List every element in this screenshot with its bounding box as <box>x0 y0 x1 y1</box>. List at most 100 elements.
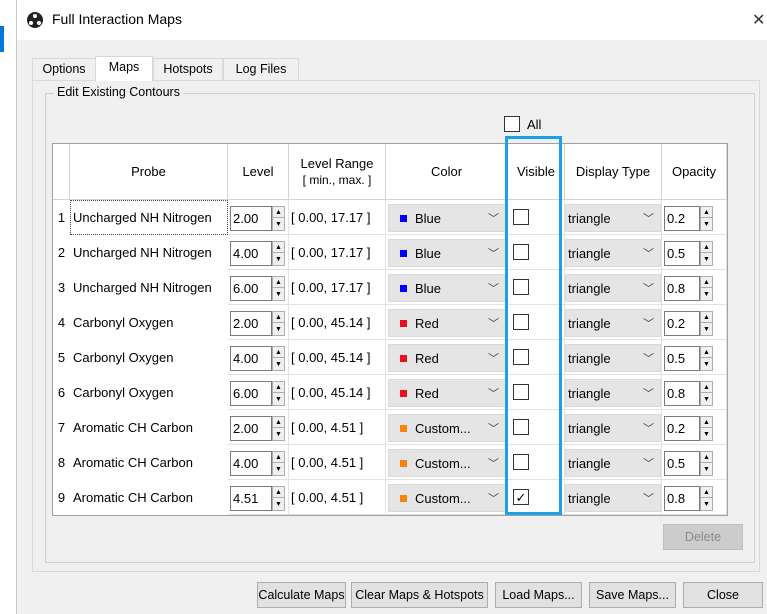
level-input[interactable]: 6.00 <box>230 381 272 406</box>
opacity-spinner[interactable]: ▲ ▼ <box>700 346 713 371</box>
opacity-spinner[interactable]: ▲ ▼ <box>700 416 713 441</box>
visible-checkbox[interactable]: ✓ <box>513 489 529 505</box>
display-type-dropdown[interactable]: triangle ﹀ <box>565 379 661 407</box>
probe-cell[interactable]: Aromatic CH Carbon <box>70 410 228 445</box>
spin-up-icon[interactable]: ▲ <box>273 242 284 253</box>
spin-up-icon[interactable]: ▲ <box>273 452 284 463</box>
level-spinner[interactable]: ▲ ▼ <box>272 486 285 511</box>
probe-cell[interactable]: Uncharged NH Nitrogen <box>70 235 228 270</box>
color-dropdown[interactable]: Custom... ﹀ <box>388 484 506 512</box>
visible-checkbox[interactable] <box>513 314 529 330</box>
level-input[interactable]: 2.00 <box>230 311 272 336</box>
probe-cell[interactable]: Carbonyl Oxygen <box>70 375 228 410</box>
visible-checkbox[interactable] <box>513 454 529 470</box>
probe-cell[interactable]: Carbonyl Oxygen <box>70 340 228 375</box>
opacity-spinner[interactable]: ▲ ▼ <box>700 311 713 336</box>
visible-checkbox[interactable] <box>513 244 529 260</box>
level-spinner[interactable]: ▲ ▼ <box>272 381 285 406</box>
close-button[interactable]: Close <box>683 582 763 608</box>
level-input[interactable]: 4.00 <box>230 241 272 266</box>
display-type-dropdown[interactable]: triangle ﹀ <box>565 239 661 267</box>
level-spinner[interactable]: ▲ ▼ <box>272 416 285 441</box>
spin-down-icon[interactable]: ▼ <box>273 254 284 265</box>
spin-down-icon[interactable]: ▼ <box>273 499 284 510</box>
delete-button[interactable]: Delete <box>663 524 743 550</box>
spin-up-icon[interactable]: ▲ <box>701 312 712 323</box>
visible-checkbox[interactable] <box>513 279 529 295</box>
display-type-dropdown[interactable]: triangle ﹀ <box>565 484 661 512</box>
opacity-input[interactable]: 0.8 <box>664 381 700 406</box>
spin-up-icon[interactable]: ▲ <box>701 242 712 253</box>
level-spinner[interactable]: ▲ ▼ <box>272 276 285 301</box>
opacity-spinner[interactable]: ▲ ▼ <box>700 241 713 266</box>
close-icon[interactable]: ✕ <box>752 10 765 30</box>
probe-cell[interactable]: Uncharged NH Nitrogen <box>70 200 228 235</box>
display-type-dropdown[interactable]: triangle ﹀ <box>565 449 661 477</box>
level-spinner[interactable]: ▲ ▼ <box>272 451 285 476</box>
display-type-dropdown[interactable]: triangle ﹀ <box>565 309 661 337</box>
spin-down-icon[interactable]: ▼ <box>701 359 712 370</box>
color-dropdown[interactable]: Blue ﹀ <box>388 239 506 267</box>
spin-up-icon[interactable]: ▲ <box>273 277 284 288</box>
spin-up-icon[interactable]: ▲ <box>701 382 712 393</box>
spin-down-icon[interactable]: ▼ <box>701 394 712 405</box>
display-type-dropdown[interactable]: triangle ﹀ <box>565 274 661 302</box>
spin-down-icon[interactable]: ▼ <box>701 499 712 510</box>
level-spinner[interactable]: ▲ ▼ <box>272 206 285 231</box>
spin-up-icon[interactable]: ▲ <box>701 417 712 428</box>
level-input[interactable]: 4.51 <box>230 486 272 511</box>
color-dropdown[interactable]: Blue ﹀ <box>388 204 506 232</box>
spin-down-icon[interactable]: ▼ <box>273 394 284 405</box>
tab-options[interactable]: Options <box>32 58 96 80</box>
spin-down-icon[interactable]: ▼ <box>273 464 284 475</box>
spin-up-icon[interactable]: ▲ <box>273 487 284 498</box>
level-input[interactable]: 4.00 <box>230 451 272 476</box>
opacity-spinner[interactable]: ▲ ▼ <box>700 451 713 476</box>
opacity-spinner[interactable]: ▲ ▼ <box>700 486 713 511</box>
spin-down-icon[interactable]: ▼ <box>701 219 712 230</box>
spin-down-icon[interactable]: ▼ <box>273 289 284 300</box>
display-type-dropdown[interactable]: triangle ﹀ <box>565 204 661 232</box>
visible-checkbox[interactable] <box>513 384 529 400</box>
probe-cell[interactable]: Aromatic CH Carbon <box>70 480 228 515</box>
calculate-maps-button[interactable]: Calculate Maps <box>257 582 346 608</box>
probe-cell[interactable]: Aromatic CH Carbon <box>70 445 228 480</box>
opacity-input[interactable]: 0.2 <box>664 206 700 231</box>
level-spinner[interactable]: ▲ ▼ <box>272 311 285 336</box>
spin-down-icon[interactable]: ▼ <box>273 324 284 335</box>
color-dropdown[interactable]: Red ﹀ <box>388 379 506 407</box>
save-maps-button[interactable]: Save Maps... <box>589 582 676 608</box>
display-type-dropdown[interactable]: triangle ﹀ <box>565 344 661 372</box>
opacity-input[interactable]: 0.5 <box>664 241 700 266</box>
visible-checkbox[interactable] <box>513 419 529 435</box>
clear-maps-hotspots-button[interactable]: Clear Maps & Hotspots <box>351 582 488 608</box>
load-maps-button[interactable]: Load Maps... <box>495 582 582 608</box>
opacity-input[interactable]: 0.5 <box>664 346 700 371</box>
visible-checkbox[interactable] <box>513 349 529 365</box>
opacity-spinner[interactable]: ▲ ▼ <box>700 276 713 301</box>
probe-cell[interactable]: Carbonyl Oxygen <box>70 305 228 340</box>
color-dropdown[interactable]: Custom... ﹀ <box>388 414 506 442</box>
color-dropdown[interactable]: Blue ﹀ <box>388 274 506 302</box>
level-input[interactable]: 4.00 <box>230 346 272 371</box>
spin-down-icon[interactable]: ▼ <box>273 429 284 440</box>
level-input[interactable]: 6.00 <box>230 276 272 301</box>
opacity-spinner[interactable]: ▲ ▼ <box>700 381 713 406</box>
visible-checkbox[interactable] <box>513 209 529 225</box>
display-type-dropdown[interactable]: triangle ﹀ <box>565 414 661 442</box>
tab-maps[interactable]: Maps <box>95 56 153 81</box>
spin-down-icon[interactable]: ▼ <box>701 324 712 335</box>
color-dropdown[interactable]: Red ﹀ <box>388 309 506 337</box>
tab-log-files[interactable]: Log Files <box>223 58 299 80</box>
level-input[interactable]: 2.00 <box>230 416 272 441</box>
spin-up-icon[interactable]: ▲ <box>701 277 712 288</box>
spin-up-icon[interactable]: ▲ <box>273 417 284 428</box>
probe-cell[interactable]: Uncharged NH Nitrogen <box>70 270 228 305</box>
spin-up-icon[interactable]: ▲ <box>701 347 712 358</box>
spin-down-icon[interactable]: ▼ <box>701 464 712 475</box>
spin-up-icon[interactable]: ▲ <box>273 382 284 393</box>
spin-down-icon[interactable]: ▼ <box>701 254 712 265</box>
spin-down-icon[interactable]: ▼ <box>273 219 284 230</box>
spin-up-icon[interactable]: ▲ <box>273 312 284 323</box>
spin-up-icon[interactable]: ▲ <box>273 207 284 218</box>
